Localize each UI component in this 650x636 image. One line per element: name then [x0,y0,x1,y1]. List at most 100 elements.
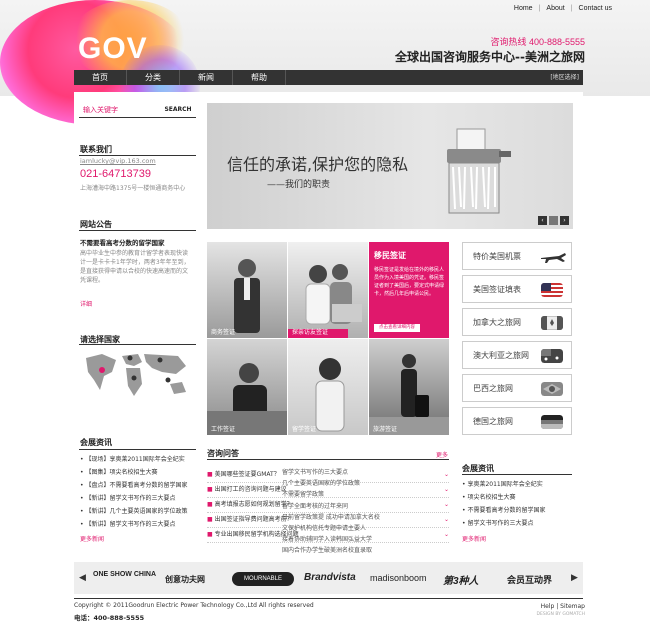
businessman-photo [234,259,260,333]
nav-category[interactable]: 分类 [127,70,180,85]
nav-home[interactable]: 首页 [74,70,127,85]
australia-link[interactable]: 澳大利亚之旅网 [462,341,572,369]
list-item[interactable]: 留学全面考核的过年来同 [282,501,380,512]
list-item[interactable]: 接着协助辅同学入读韩国弘益大学 [282,534,380,545]
hero-banner[interactable]: 信任的承诺,保护您的隐私 ——我们的职责 ‹ › [207,103,573,229]
about-link[interactable]: About [546,5,564,12]
us-visa-link[interactable]: 美国签证填表 [462,275,572,303]
footer-copyright: Copyright © 2011Goodrun Electric Power T… [74,602,314,609]
flag-br-icon [541,382,563,396]
tile-caption: 旅游签证 [373,426,398,433]
canada-link[interactable]: 加拿大之旅网 [462,308,572,336]
search-button[interactable]: SEARCH [160,103,196,117]
exhibition-left-list: • 【现场】享奥莱2011国际年会全纪实 • 【图集】项尖名校招生大赛 • 【盘… [80,453,200,531]
brazil-link[interactable]: 巴西之旅网 [462,374,572,402]
country-links: 特价美国机票 美国签证填表 加拿大之旅网 澳大利亚之旅网 巴西之旅网 德国之旅网 [462,242,572,440]
visa-box-body: 移民签证是发给在境外的移民人员作为入境美国的凭证。移民签证者到了美国后，要定式申… [374,267,445,297]
exhibition-right-list: • 享奥莱2011国际年会全纪实 • 项尖名校招生大赛 • 不需要看高考分数的留… [462,478,577,530]
nav-help[interactable]: 帮助 [233,70,286,85]
contact-link[interactable]: Contact us [579,5,612,12]
tile-caption: 工作签证 [211,426,236,433]
exhibition-left-title: 会展资讯 [80,438,112,447]
site-logo[interactable]: GOV [78,32,148,66]
home-link[interactable]: Home [514,5,533,12]
traveler-photo [369,354,449,435]
tile-caption: 探亲访友签证 [292,329,329,336]
business-visa-tile[interactable]: 商务签证 [207,242,287,338]
germany-link[interactable]: 德国之旅网 [462,407,572,435]
notice-headline[interactable]: 不需要看高考分数的留学国家 [80,237,165,247]
list-item[interactable]: • 【新讲】留学文书写作的三大要点 [80,518,200,531]
banner-prev-button[interactable]: ‹ [538,216,547,225]
notice-more-link[interactable]: 详细 [80,299,92,308]
work-visa-tile[interactable]: 工作签证 [207,339,287,435]
partners-next-button[interactable]: ▶ [571,573,578,583]
list-item[interactable]: • 【盘点】不需要看高考分数的留学国家 [80,479,200,492]
partner-logo[interactable]: MOURNABLE [232,572,294,586]
cheap-flights-link[interactable]: 特价美国机票 [462,242,572,270]
qa-more-link[interactable]: 更多 [436,450,448,459]
visa-box-button[interactable]: 点击查看详细内容 [374,324,420,332]
partner-logo[interactable]: madisonboom [370,573,427,583]
list-item[interactable]: • 【新讲】几个主要英语国家的学位政策 [80,505,200,518]
nav-news[interactable]: 新闻 [180,70,233,85]
notice-body: 高中毕业生中参的教育计留学者表现快读计一是卡卡卡1年学时，两者3年年至到，是直接… [80,250,190,284]
list-item[interactable]: • 【新讲】留学文书写作的三大要点 [80,492,200,505]
study-visa-tile[interactable]: 留学签证 [288,339,368,435]
world-map[interactable] [82,350,192,402]
search-box: 输入关键字 SEARCH [79,103,196,118]
woman-photo [207,363,287,435]
divider [79,155,196,156]
list-item[interactable]: 留学文书写作的三大要点 [282,467,380,478]
visa-box-title: 移民签证 [374,251,406,260]
list-item[interactable]: • 项尖名校招生大赛 [462,491,577,504]
exhibition-left-more-link[interactable]: 更多新闻 [80,534,104,543]
flag-de-icon [541,415,563,429]
footer-links[interactable]: Help | Sitemap [541,603,585,610]
footer-design-credit: DESIGN BY GOMATCH [536,612,585,617]
divider [207,459,449,460]
banner-subtitle: ——我们的职责 [267,180,331,190]
flag-us-icon [541,283,563,297]
family-visa-tile[interactable]: 探亲访友签证 [288,242,368,338]
qa-overlay-list: 留学文书写作的三大要点 几个主要英语国家的学位政策 不需要留学政策 留学全面考核… [282,467,380,557]
list-item[interactable]: 几个主要英语国家的学位政策 [282,478,380,489]
list-item[interactable]: 日前留学政策提 成功申请加拿大名校 [282,512,380,523]
divider [79,230,196,231]
banner-next-button[interactable]: › [560,216,569,225]
list-item[interactable]: • 享奥莱2011国际年会全纪实 [462,478,577,491]
exhibition-right-more-link[interactable]: 更多新闻 [462,534,486,543]
search-input[interactable]: 输入关键字 [79,103,155,117]
partner-logo[interactable]: 创意功夫网 [165,574,205,585]
partner-logo[interactable]: Brandvista [304,572,356,583]
list-item[interactable]: 不需要留学政策 [282,489,380,500]
list-item[interactable]: • 不需要看高考分数的留学国家 [462,504,577,517]
qa-title: 咨询问答 [207,449,239,458]
site-slogan: 全球出国咨询服务中心--美洲之旅网 [395,50,585,64]
divider [79,344,196,345]
contact-phone: 021-64713739 [80,168,151,180]
partners-prev-button[interactable]: ◀ [79,573,86,583]
list-item[interactable]: 国内合作办学生破美洲名校直录取 [282,545,380,556]
top-links: Home | About | Contact us [513,5,612,12]
partner-logo[interactable]: 会员互动界 [507,573,552,586]
banner-indicator[interactable] [549,216,558,225]
divider [462,474,572,475]
couple-photo [305,264,362,325]
contact-address: 上海漕海中路1375号一楼恒通商务中心 [80,185,186,192]
tile-caption: 商务签证 [211,329,236,336]
partner-logo[interactable]: 第3种人 [443,572,479,587]
region-select[interactable]: [地区选择] [550,70,579,85]
immigration-visa-box[interactable]: 移民签证 移民签证是发给在境外的移民人员作为入境美国的凭证。移民签证者到了美国后… [369,242,449,338]
notice-title: 网站公告 [80,220,112,229]
contact-email[interactable]: iamlucky@vip.163.com [80,157,156,165]
list-item[interactable]: • 留学文书写作的三大要点 [462,517,577,530]
flag-au-icon [541,349,563,363]
list-item[interactable]: 文保护机构信托专题申请主要人 [282,523,380,534]
list-item[interactable]: • 【图集】项尖名校招生大赛 [80,466,200,479]
hotline: 咨询热线 400-888-5555 [490,37,585,47]
exhibition-right-title: 会展资讯 [462,464,494,473]
list-item[interactable]: • 【现场】享奥莱2011国际年会全纪实 [80,453,200,466]
travel-visa-tile[interactable]: 旅游签证 [369,339,449,435]
partner-logo[interactable]: ONE SHOW CHINA [93,571,159,579]
